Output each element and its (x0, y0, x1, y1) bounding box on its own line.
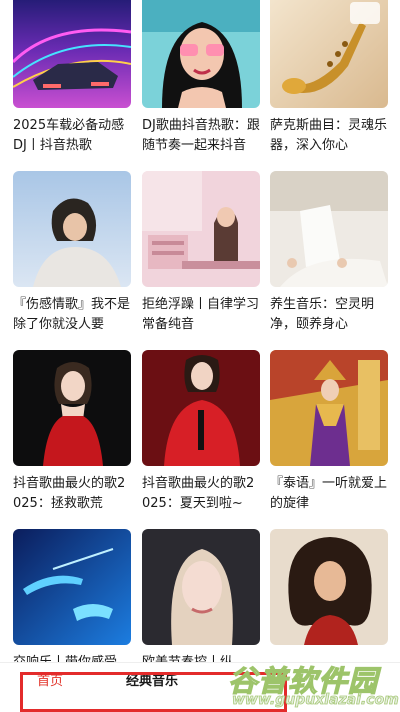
playlist-cover-study-room[interactable] (142, 171, 260, 287)
music-playlist-page: 2025车载必备动感DJ丨抖音热歌 DJ歌曲抖音热歌：跟随节奏一起来抖音 萨克斯… (0, 0, 400, 712)
playlist-card[interactable]: 2025车载必备动感DJ丨抖音热歌 (13, 0, 131, 156)
playlist-card[interactable]: DJ歌曲抖音热歌：跟随节奏一起来抖音 (142, 0, 260, 156)
playlist-cover-meditation[interactable] (270, 171, 388, 287)
playlist-title[interactable]: 萨克斯曲目：灵魂乐器，深入你心 (270, 116, 388, 156)
playlist-title[interactable]: 拒绝浮躁丨自律学习常备纯音 (142, 295, 260, 335)
playlist-cover-conductor-hands[interactable] (13, 529, 131, 645)
playlist-title[interactable]: DJ歌曲抖音热歌：跟随节奏一起来抖音 (142, 116, 260, 156)
playlist-title[interactable]: 『泰语』一听就爱上的旋律 (270, 474, 388, 514)
tab-home[interactable]: 首页 (37, 663, 63, 712)
playlist-card[interactable]: 抖音歌曲最火的歌2025：夏天到啦~ (142, 350, 260, 514)
playlist-title[interactable]: 抖音歌曲最火的歌2025：夏天到啦~ (142, 474, 260, 514)
playlist-cover-woman-red-suit[interactable] (142, 350, 260, 466)
bottom-tab-bar: 首页 经典音乐 (0, 662, 400, 712)
playlist-cover-blonde-woman[interactable] (142, 529, 260, 645)
playlist-cover-neon-car[interactable] (13, 0, 131, 108)
playlist-title[interactable]: 抖音歌曲最火的歌2025：拯救歌荒 (13, 474, 131, 514)
playlist-cover-anime-girl[interactable] (142, 0, 260, 108)
playlist-cover-woman-red-dress[interactable] (13, 350, 131, 466)
playlist-card[interactable]: 抖音歌曲最火的歌2025：拯救歌荒 (13, 350, 131, 514)
playlist-cover-curly-hair-woman[interactable] (270, 529, 388, 645)
playlist-cover-saxophone[interactable] (270, 0, 388, 108)
playlist-card[interactable]: 拒绝浮躁丨自律学习常备纯音 (142, 171, 260, 335)
playlist-card[interactable]: 『伤感情歌』我不是除了你就没人要 (13, 171, 131, 335)
playlist-card[interactable]: 『泰语』一听就爱上的旋律 (270, 350, 388, 514)
playlist-card[interactable]: 萨克斯曲目：灵魂乐器，深入你心 (270, 0, 388, 156)
playlist-cover-thai-dancer[interactable] (270, 350, 388, 466)
playlist-card[interactable]: 养生音乐：空灵明净，颐养身心 (270, 171, 388, 335)
tab-classic-music[interactable]: 经典音乐 (126, 663, 178, 712)
playlist-title[interactable]: 『伤感情歌』我不是除了你就没人要 (13, 295, 131, 335)
playlist-cover-girl-sweater[interactable] (13, 171, 131, 287)
playlist-title[interactable]: 养生音乐：空灵明净，颐养身心 (270, 295, 388, 335)
playlist-title[interactable]: 2025车载必备动感DJ丨抖音热歌 (13, 116, 131, 156)
